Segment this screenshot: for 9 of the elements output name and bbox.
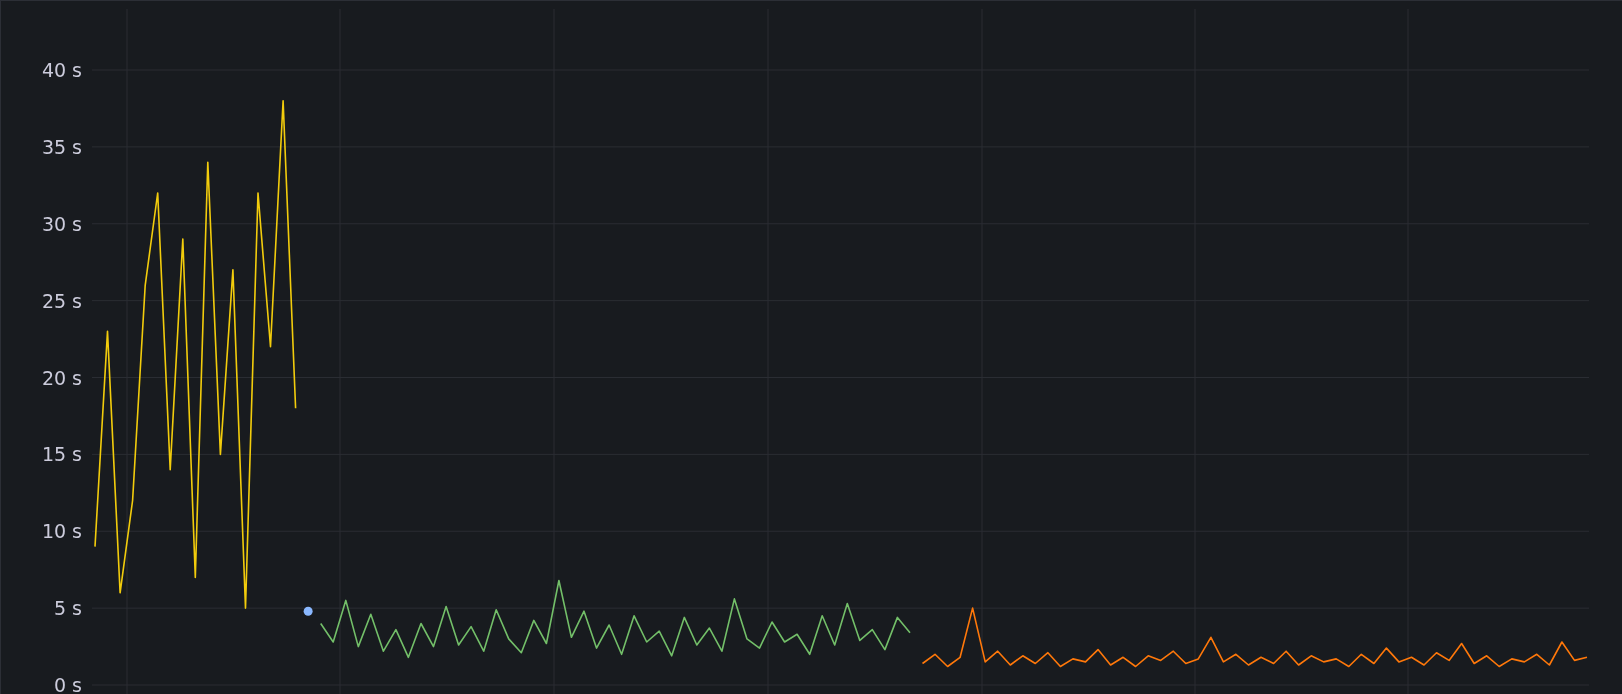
y-axis-label: 35 s xyxy=(41,135,82,158)
y-axis-label: 10 s xyxy=(41,520,82,543)
y-axis-label: 40 s xyxy=(41,59,82,81)
y-axis-label: 25 s xyxy=(41,289,82,312)
y-axis-label: 15 s xyxy=(41,443,82,466)
y-axis-label: 20 s xyxy=(41,366,82,389)
y-axis-label: 5 s xyxy=(53,597,82,620)
y-axis-label: 30 s xyxy=(41,212,82,235)
y-axis-label: 0 s xyxy=(53,674,82,694)
